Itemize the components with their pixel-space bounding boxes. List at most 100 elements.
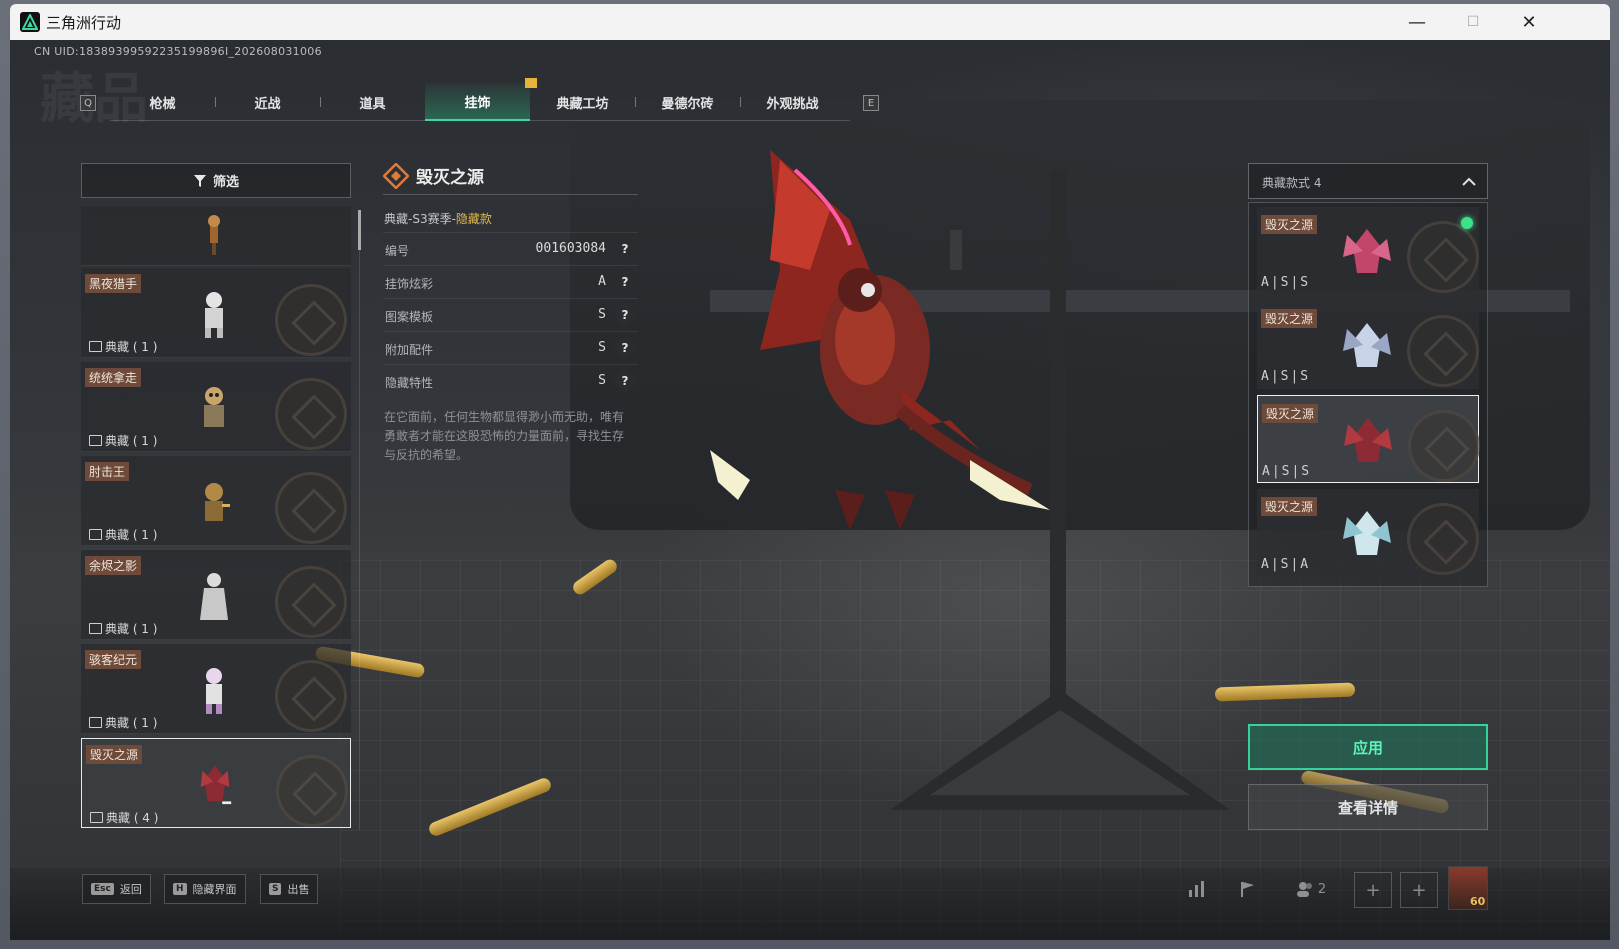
attribute-value: A bbox=[598, 274, 606, 289]
list-scrollbar-thumb[interactable] bbox=[358, 210, 361, 250]
collection-badge-icon bbox=[275, 284, 347, 356]
attribute-value: S bbox=[598, 340, 606, 355]
item-count-label: 典藏 ( 1 ) bbox=[105, 340, 158, 354]
rarity-diamond-icon bbox=[383, 163, 409, 189]
tab-guns[interactable]: 枪械 bbox=[110, 83, 215, 121]
variant-dropdown[interactable]: 典藏款式 4 bbox=[1248, 163, 1488, 199]
image-icon bbox=[89, 341, 102, 352]
charm-thumbnail bbox=[200, 573, 228, 620]
view-details-button[interactable]: 查看详情 bbox=[1248, 784, 1488, 830]
detail-description: 在它面前，任何生物都显得渺小而无助，唯有勇敢者才能在这股恐怖的力量面前，寻找生存… bbox=[384, 410, 625, 462]
charm-thumbnail bbox=[208, 215, 220, 255]
item-count: 典藏 ( 1 ) bbox=[89, 338, 157, 355]
window-titlebar: 三角洲行动 — ☐ ✕ bbox=[10, 4, 1610, 40]
collection-badge-icon bbox=[276, 755, 348, 827]
variant-list: 毁灭之源 A|S|S 毁灭之源 A|S|S 毁灭之源 A|S|S 毁灭之源 A|… bbox=[1248, 202, 1488, 587]
help-glyph: ? bbox=[621, 374, 629, 388]
attribute-label: 编号 bbox=[385, 244, 410, 258]
hide-ui-button[interactable]: H 隐藏界面 bbox=[164, 874, 246, 904]
item-count-label: 典藏 ( 1 ) bbox=[105, 528, 158, 542]
list-item[interactable]: 余烬之影 典藏 ( 1 ) bbox=[81, 550, 351, 640]
attribute-row: 图案模板 S ? bbox=[383, 298, 638, 331]
charm-thumbnail bbox=[205, 292, 223, 338]
attribute-value: S bbox=[598, 373, 606, 388]
list-scrollbar-track[interactable] bbox=[359, 210, 360, 830]
tab-next-key[interactable]: E bbox=[863, 95, 879, 111]
help-icon[interactable]: ? bbox=[612, 269, 638, 295]
key-hint: H bbox=[173, 883, 187, 895]
tab-appearance-challenge[interactable]: 外观挑战 bbox=[740, 83, 845, 121]
collection-badge-icon bbox=[275, 378, 347, 450]
maximize-button[interactable]: ☐ bbox=[1450, 4, 1496, 40]
variant-card[interactable]: 毁灭之源 A|S|S bbox=[1257, 207, 1479, 295]
add-teammate-button[interactable]: + bbox=[1354, 872, 1392, 908]
tab-collection-workshop[interactable]: 典藏工坊 bbox=[530, 83, 635, 121]
attribute-row: 隐藏特性 S ? bbox=[383, 364, 638, 397]
variant-name-tag: 毁灭之源 bbox=[1261, 309, 1318, 328]
attribute-label: 图案模板 bbox=[385, 310, 434, 324]
collection-badge-icon bbox=[1407, 221, 1479, 293]
attribute-value: 001603084 bbox=[535, 241, 606, 256]
filter-label: 筛选 bbox=[212, 175, 239, 190]
item-name-tag: 骇客纪元 bbox=[85, 650, 142, 669]
variant-card-selected[interactable]: 毁灭之源 A|S|S bbox=[1257, 395, 1480, 483]
variant-card[interactable]: 毁灭之源 A|S|S bbox=[1257, 301, 1479, 389]
variant-grade: A|S|A bbox=[1261, 557, 1311, 572]
help-icon[interactable]: ? bbox=[612, 335, 638, 361]
attribute-row: 挂饰炫彩 A ? bbox=[383, 265, 638, 298]
item-name-tag: 肘击王 bbox=[85, 462, 130, 481]
stats-icon[interactable] bbox=[1182, 876, 1212, 902]
help-glyph: ? bbox=[621, 308, 629, 322]
list-item-selected[interactable]: 毁灭之源 典藏 ( 4 ) bbox=[81, 738, 351, 828]
variant-grade: A|S|S bbox=[1262, 464, 1312, 479]
variant-card[interactable]: 毁灭之源 A|S|A bbox=[1257, 489, 1479, 577]
category-tabs: 枪械 近战 道具 挂饰 典藏工坊 曼德尔砖 外观挑战 bbox=[110, 83, 850, 121]
list-item[interactable]: 统统拿走 典藏 ( 1 ) bbox=[81, 362, 351, 452]
collection-badge-icon bbox=[1407, 503, 1479, 575]
item-count-label: 典藏 ( 4 ) bbox=[106, 811, 159, 825]
equipped-indicator-icon bbox=[1461, 217, 1473, 229]
detail-subtitle-highlight: 隐藏款 bbox=[455, 212, 492, 226]
charm-list: 黑夜猎手 典藏 ( 1 ) 统统拿走 典藏 ( 1 ) 肘击王 典藏 ( 1 )… bbox=[81, 206, 351, 831]
help-glyph: ? bbox=[621, 275, 629, 289]
apply-button[interactable]: 应用 bbox=[1248, 724, 1488, 770]
help-icon[interactable]: ? bbox=[612, 368, 638, 394]
variant-name-tag: 毁灭之源 bbox=[1262, 404, 1319, 423]
tab-melee[interactable]: 近战 bbox=[215, 83, 320, 121]
list-item[interactable] bbox=[81, 206, 351, 266]
close-button[interactable]: ✕ bbox=[1506, 4, 1552, 40]
attribute-row: 编号 001603084 ? bbox=[383, 232, 638, 265]
chevron-up-icon bbox=[1462, 177, 1476, 186]
help-icon[interactable]: ? bbox=[612, 302, 638, 328]
item-count: 典藏 ( 1 ) bbox=[89, 526, 157, 543]
variant-thumbnail bbox=[1343, 323, 1391, 367]
detail-subtitle-prefix: 典藏-S3赛季- bbox=[384, 212, 456, 226]
back-button[interactable]: Esc 返回 bbox=[82, 874, 151, 904]
collection-badge-icon bbox=[275, 472, 347, 544]
item-name-tag: 余烬之影 bbox=[85, 556, 142, 575]
team-icon bbox=[1296, 882, 1312, 897]
image-icon bbox=[89, 717, 102, 728]
hint-label: 隐藏界面 bbox=[192, 883, 237, 896]
team-indicator[interactable]: 2 bbox=[1288, 876, 1334, 902]
tab-items[interactable]: 道具 bbox=[320, 83, 425, 121]
flag-icon[interactable] bbox=[1232, 876, 1262, 902]
variant-name-tag: 毁灭之源 bbox=[1261, 215, 1318, 234]
list-item[interactable]: 黑夜猎手 典藏 ( 1 ) bbox=[81, 268, 351, 358]
charm-3d-model[interactable] bbox=[700, 150, 1070, 530]
tab-charms[interactable]: 挂饰 bbox=[425, 83, 530, 121]
add-teammate-button[interactable]: + bbox=[1400, 872, 1438, 908]
tab-prev-key[interactable]: Q bbox=[80, 95, 96, 111]
variant-thumbnail bbox=[1343, 229, 1391, 273]
minimize-button[interactable]: — bbox=[1394, 4, 1440, 40]
list-item[interactable]: 骇客纪元 典藏 ( 1 ) bbox=[81, 644, 351, 734]
app-logo-icon bbox=[20, 12, 40, 32]
charm-thumbnail bbox=[204, 387, 224, 427]
attribute-label: 挂饰炫彩 bbox=[385, 277, 434, 291]
sell-button[interactable]: S 出售 bbox=[260, 874, 319, 904]
filter-button[interactable]: 筛选 bbox=[81, 163, 351, 198]
charm-thumbnail bbox=[206, 668, 222, 714]
help-icon[interactable]: ? bbox=[612, 236, 638, 262]
tab-mandel-brick[interactable]: 曼德尔砖 bbox=[635, 83, 740, 121]
list-item[interactable]: 肘击王 典藏 ( 1 ) bbox=[81, 456, 351, 546]
